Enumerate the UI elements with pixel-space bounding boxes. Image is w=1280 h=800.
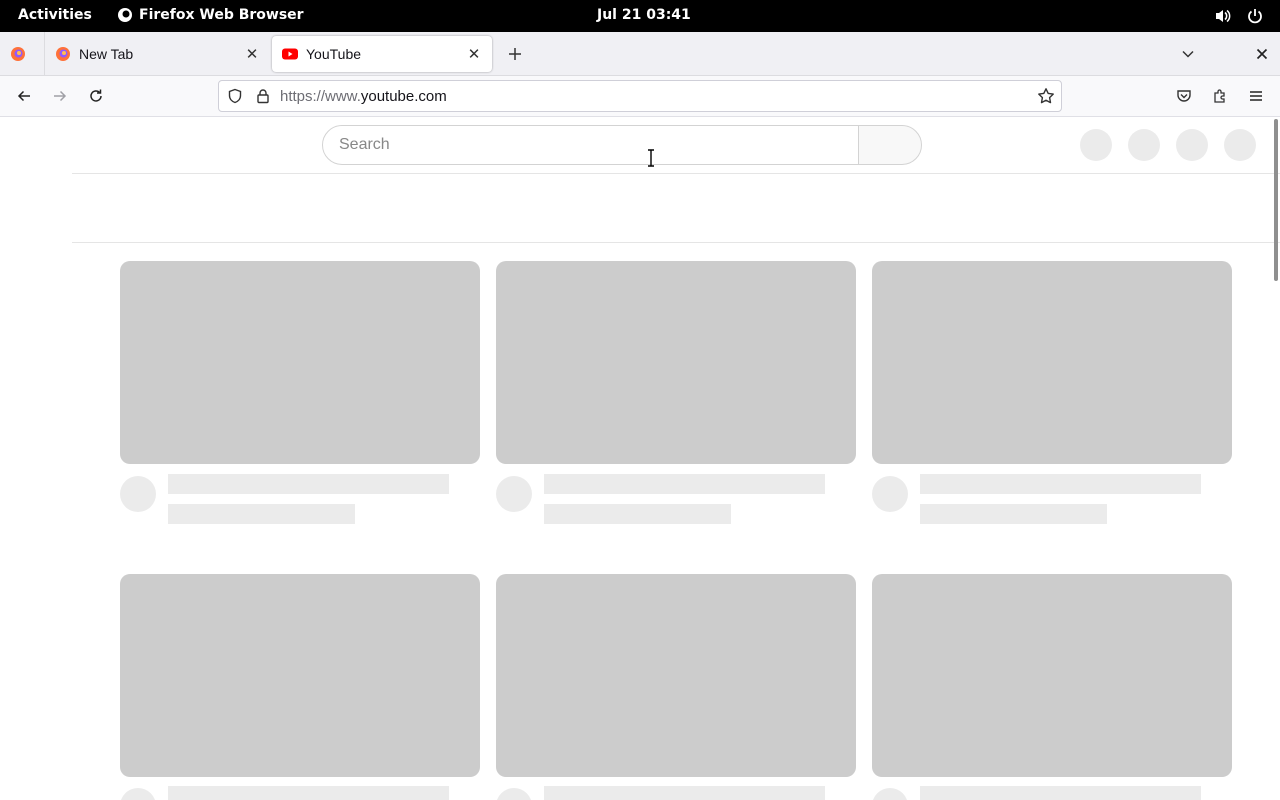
video-meta-placeholder (544, 504, 731, 524)
close-tab-icon[interactable]: ✕ (462, 42, 486, 66)
url-domain: youtube.com (360, 88, 447, 105)
video-thumbnail-placeholder (872, 261, 1232, 464)
channel-avatar-placeholder (872, 788, 908, 800)
system-menu[interactable] (1214, 7, 1264, 25)
video-thumbnail-placeholder (120, 261, 480, 464)
app-menu[interactable]: Firefox Web Browser (117, 7, 304, 23)
header-icon-placeholder (1080, 129, 1112, 161)
power-icon (1246, 7, 1264, 25)
forward-button[interactable] (48, 84, 72, 108)
header-icon-placeholder (1128, 129, 1160, 161)
plus-icon (509, 48, 521, 60)
tab-strip: New Tab ✕ YouTube ✕ (0, 32, 1280, 76)
list-all-tabs-button[interactable] (1176, 42, 1200, 66)
back-arrow-icon (17, 90, 30, 102)
video-title-placeholder (168, 474, 449, 494)
video-title-placeholder (544, 786, 825, 800)
app-name: Firefox Web Browser (139, 7, 304, 23)
video-meta-placeholder (920, 504, 1107, 524)
lock-icon[interactable] (255, 88, 271, 108)
back-button[interactable] (12, 84, 36, 108)
system-top-bar: Activities Firefox Web Browser Jul 21 03… (0, 0, 1280, 32)
youtube-icon (282, 46, 298, 62)
close-tab-icon[interactable]: ✕ (240, 42, 264, 66)
address-bar[interactable]: https://www.youtube.com (218, 80, 1062, 112)
activities-button[interactable]: Activities (18, 7, 92, 23)
clock[interactable]: Jul 21 03:41 (597, 7, 691, 23)
pocket-button[interactable] (1172, 84, 1196, 108)
tab-title: YouTube (306, 46, 362, 62)
video-thumbnail-placeholder (872, 574, 1232, 777)
puzzle-icon (1214, 89, 1225, 103)
video-title-placeholder (920, 474, 1201, 494)
channel-avatar-placeholder (872, 476, 908, 512)
channel-avatar-placeholder (120, 788, 156, 800)
tab-title: New Tab (79, 45, 134, 62)
search-button[interactable] (858, 125, 922, 165)
tab-new-tab[interactable]: New Tab ✕ (44, 32, 270, 75)
avatar-placeholder (1224, 129, 1256, 161)
reload-icon (90, 89, 102, 102)
pocket-icon (1177, 90, 1191, 102)
tracking-protection-shield-icon[interactable] (227, 88, 243, 108)
bookmark-star-icon[interactable] (1037, 87, 1055, 109)
app-menu-button[interactable] (1244, 84, 1268, 108)
video-thumbnail-placeholder (496, 574, 856, 777)
chips-bar-divider (72, 242, 1280, 243)
channel-avatar-placeholder (120, 476, 156, 512)
scrollbar-thumb[interactable] (1274, 119, 1278, 281)
firefox-view-icon[interactable] (10, 46, 26, 62)
header-icon-placeholder (1176, 129, 1208, 161)
reload-button[interactable] (84, 84, 108, 108)
channel-avatar-placeholder (496, 476, 532, 512)
search-input[interactable]: Search (322, 125, 859, 165)
chevron-down-icon (1182, 50, 1194, 58)
search-placeholder: Search (339, 136, 390, 153)
navigation-toolbar: https://www.youtube.com (0, 76, 1280, 117)
window-close-button[interactable] (1250, 42, 1274, 66)
tab-youtube[interactable]: YouTube ✕ (272, 36, 492, 72)
url-text: https://www.youtube.com (280, 88, 447, 105)
video-title-placeholder (544, 474, 825, 494)
volume-icon (1214, 7, 1232, 25)
video-meta-placeholder (168, 504, 355, 524)
page-content: Search (0, 117, 1280, 800)
video-title-placeholder (920, 786, 1201, 800)
forward-arrow-icon (54, 90, 67, 102)
text-cursor-icon (646, 149, 656, 171)
close-icon (1256, 48, 1268, 60)
extensions-button[interactable] (1208, 84, 1232, 108)
hamburger-menu-icon (1250, 91, 1262, 101)
url-prefix: https://www. (280, 88, 361, 105)
new-tab-button[interactable] (503, 42, 527, 66)
firefox-app-icon (117, 7, 133, 23)
firefox-icon (55, 46, 71, 62)
video-title-placeholder (168, 786, 449, 800)
page-scrollbar[interactable] (1272, 117, 1280, 800)
video-thumbnail-placeholder (496, 261, 856, 464)
video-thumbnail-placeholder (120, 574, 480, 777)
header-divider (72, 173, 1280, 174)
channel-avatar-placeholder (496, 788, 532, 800)
